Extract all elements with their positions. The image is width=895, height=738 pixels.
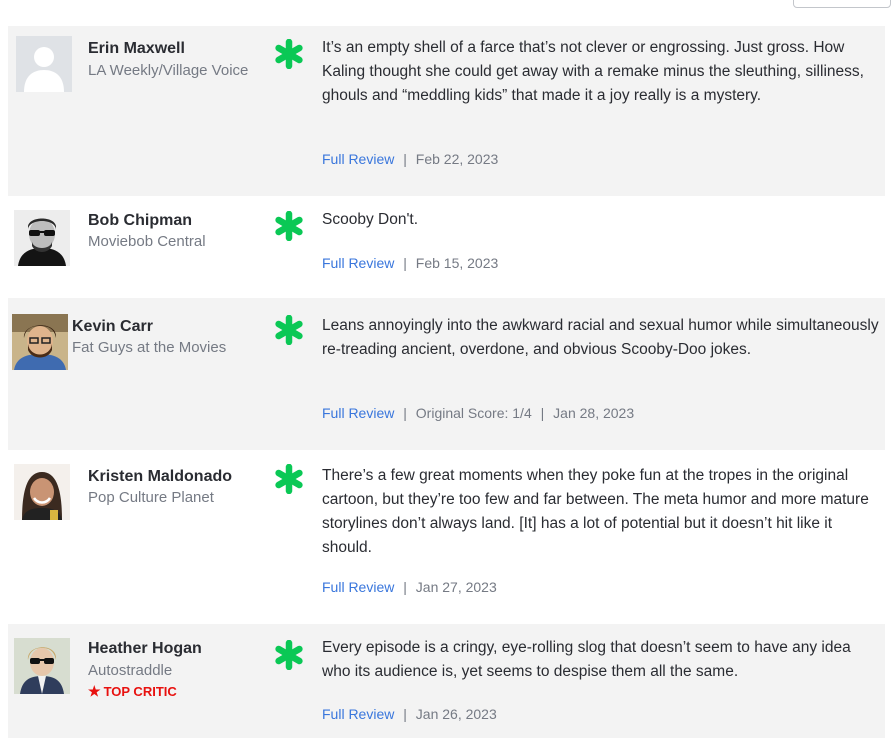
review-row: Erin Maxwell LA Weekly/Village Voice It’… [8, 26, 885, 196]
green-splat-rotten-icon [275, 211, 303, 241]
review-meta: Full Review | Original Score: 1/4 | Jan … [322, 404, 634, 422]
review-row: Heather Hogan Autostraddle ★ TOP CRITIC E… [8, 624, 885, 738]
separator: | [403, 151, 407, 167]
critic-name[interactable]: Bob Chipman [88, 210, 192, 231]
green-splat-rotten-icon [275, 315, 303, 345]
review-quote: Every episode is a cringy, eye-rolling s… [322, 639, 851, 680]
critic-name[interactable]: Kevin Carr [72, 316, 153, 337]
publication-name[interactable]: Moviebob Central [88, 231, 206, 252]
original-score: Original Score: 1/4 [415, 405, 532, 421]
review-date: Feb 22, 2023 [415, 151, 499, 167]
star-icon: ★ [88, 683, 101, 699]
green-splat-rotten-icon [275, 464, 303, 494]
publication-name[interactable]: Autostraddle [88, 660, 172, 681]
top-critic-label: TOP CRITIC [103, 684, 177, 699]
review-meta: Full Review | Feb 22, 2023 [322, 150, 498, 168]
review-meta: Full Review | Feb 15, 2023 [322, 254, 498, 272]
top-right-button[interactable] [793, 0, 891, 8]
separator: | [403, 706, 407, 722]
review-quote: Scooby Don't. [322, 211, 419, 228]
critic-avatar[interactable] [12, 314, 68, 370]
full-review-link[interactable]: Full Review [322, 405, 394, 421]
review-quote: It’s an empty shell of a farce that’s no… [322, 39, 864, 104]
critic-avatar[interactable] [14, 638, 70, 694]
full-review-link[interactable]: Full Review [322, 151, 394, 167]
green-splat-rotten-icon [275, 39, 303, 69]
top-critic-badge: ★ TOP CRITIC [88, 683, 177, 700]
separator: | [403, 405, 407, 421]
review-quote: There’s a few great moments when they po… [322, 467, 869, 556]
critic-avatar[interactable] [14, 210, 70, 266]
full-review-link[interactable]: Full Review [322, 706, 394, 722]
review-quote: Leans annoyingly into the awkward racial… [322, 317, 879, 358]
separator: | [540, 405, 545, 421]
review-date: Jan 26, 2023 [415, 706, 497, 722]
review-date: Jan 28, 2023 [553, 405, 635, 421]
green-splat-rotten-icon [275, 640, 303, 670]
full-review-link[interactable]: Full Review [322, 579, 394, 595]
full-review-link[interactable]: Full Review [322, 255, 394, 271]
publication-name[interactable]: LA Weekly/Village Voice [88, 60, 258, 81]
publication-name[interactable]: Fat Guys at the Movies [72, 337, 226, 358]
review-date: Jan 27, 2023 [415, 579, 497, 595]
separator: | [403, 255, 407, 271]
review-date: Feb 15, 2023 [415, 255, 499, 271]
critic-name[interactable]: Heather Hogan [88, 638, 202, 659]
review-row: Kristen Maldonado Pop Culture Planet The… [8, 450, 885, 624]
default-avatar-icon[interactable] [16, 36, 72, 92]
review-row: Bob Chipman Moviebob Central Scooby Don'… [8, 196, 885, 298]
review-meta: Full Review | Jan 27, 2023 [322, 578, 497, 596]
critic-name[interactable]: Erin Maxwell [88, 38, 185, 59]
review-row: Kevin Carr Fat Guys at the Movies Leans … [8, 298, 885, 450]
separator: | [403, 579, 407, 595]
critic-avatar[interactable] [14, 464, 70, 520]
publication-name[interactable]: Pop Culture Planet [88, 487, 214, 508]
critic-name[interactable]: Kristen Maldonado [88, 466, 232, 487]
review-meta: Full Review | Jan 26, 2023 [322, 705, 497, 723]
